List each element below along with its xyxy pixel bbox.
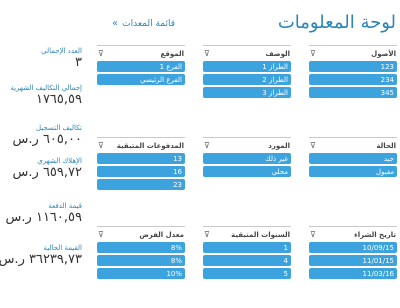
filter-item[interactable]: 4 (203, 255, 291, 266)
filter-item[interactable]: 123 (309, 61, 397, 72)
filter-item[interactable]: 8% (97, 255, 185, 266)
filter-item[interactable]: مقبول (309, 166, 397, 177)
kpi-label: إجمالي التكاليف الشهرية (10, 84, 82, 92)
filter-panel-interest-rate: ⊽ معدل الفرض 8% 8% 10% (97, 226, 185, 281)
page-title: لوحة المعلومات (277, 12, 396, 33)
kpi-label: العدد الإجمالي (41, 47, 82, 55)
filter-item[interactable]: الطراز 3 (203, 87, 291, 98)
kpi-monthly-depreciation: الإهلاك الشهري ٦٥٩,٧٢ ر.س (2, 157, 82, 181)
kpi-payment-value: قيمة الدفعة ١١٦٠,٥٩ ر.س (2, 202, 82, 226)
filter-item[interactable]: 8% (97, 242, 185, 253)
filter-item[interactable]: 13 (97, 153, 185, 164)
filter-item[interactable]: الفرع 1 (97, 61, 185, 72)
panel-label: المورد (268, 141, 290, 150)
filter-icon[interactable]: ⊽ (204, 49, 210, 58)
filter-icon[interactable]: ⊽ (204, 230, 210, 239)
kpi-registration-cost: تكاليف التسجيل ٦٠٥,٠٠ ر.س (2, 124, 82, 148)
filter-item[interactable]: محلي (203, 166, 291, 177)
kpi-value: ٦٥٩,٧٢ ر.س (12, 165, 82, 180)
filter-item[interactable]: 345 (309, 87, 397, 98)
kpi-current-value: القيمة الحالية ٣٦٢٣٩,٧٣ ر.س (0, 244, 82, 268)
filter-panel-location: ⊽ الموقع الفرع 1 الفرع الرئيسي (97, 45, 185, 87)
kpi-label: القيمة الحالية (43, 244, 82, 252)
kpi-label: الإهلاك الشهري (37, 157, 82, 165)
filter-item[interactable]: 11/03/16 (309, 268, 397, 279)
filter-icon[interactable]: ⊽ (310, 230, 316, 239)
filter-item[interactable]: 23 (97, 179, 185, 190)
filter-item[interactable]: 10% (97, 268, 185, 279)
filter-item[interactable]: 10/09/15 (309, 242, 397, 253)
breadcrumb-label: قائمة المعدات (122, 18, 176, 29)
kpi-label: قيمة الدفعة (48, 202, 82, 210)
filter-item[interactable]: 1 (203, 242, 291, 253)
panel-label: المدفوعات المتبقية (116, 141, 184, 150)
filter-icon[interactable]: ⊽ (98, 141, 104, 150)
filter-panel-remaining-payments: ⊽ المدفوعات المتبقية 13 16 23 (97, 137, 185, 192)
filter-item[interactable]: الطراز 2 (203, 74, 291, 85)
kpi-value: ٣٦٢٣٩,٧٣ ر.س (0, 252, 82, 267)
panel-label: معدل الفرض (139, 230, 184, 239)
filter-item[interactable]: الطراز 1 (203, 61, 291, 72)
filter-icon[interactable]: ⊽ (204, 141, 210, 150)
filter-item[interactable]: الفرع الرئيسي (97, 74, 185, 85)
filter-item[interactable]: غير ذلك (203, 153, 291, 164)
kpi-value: ١٧٦٥,٥٩ (35, 92, 82, 107)
kpi-monthly-cost: إجمالي التكاليف الشهرية ١٧٦٥,٥٩ (2, 84, 82, 108)
kpi-value: ٣ (75, 55, 82, 70)
breadcrumb-link[interactable]: قائمة المعدات » (112, 18, 175, 29)
panel-label: تاريخ الشراء (354, 230, 396, 239)
filter-panel-asset: ⊽ الأصول 123 234 345 (309, 45, 397, 100)
filter-panel-remaining-years: ⊽ السنوات المتبقية 1 4 5 (203, 226, 291, 281)
kpi-value: ١١٦٠,٥٩ ر.س (5, 210, 82, 225)
filter-panel-vendor: ⊽ المورد غير ذلك محلي (203, 137, 291, 179)
panel-label: الأصول (371, 49, 396, 58)
filter-item[interactable]: جيد (309, 153, 397, 164)
filter-item[interactable]: 5 (203, 268, 291, 279)
filter-item[interactable]: 11/01/15 (309, 255, 397, 266)
filter-icon[interactable]: ⊽ (310, 141, 316, 150)
kpi-label: تكاليف التسجيل (35, 124, 82, 132)
kpi-value: ٦٠٥,٠٠ ر.س (12, 132, 82, 147)
panel-label: الموقع (160, 49, 184, 58)
filter-item[interactable]: 234 (309, 74, 397, 85)
filter-icon[interactable]: ⊽ (310, 49, 316, 58)
kpi-total-count: العدد الإجمالي ٣ (2, 47, 82, 71)
filter-panel-description: ⊽ الوصف الطراز 1 الطراز 2 الطراز 3 (203, 45, 291, 100)
filter-icon[interactable]: ⊽ (98, 230, 104, 239)
panel-label: السنوات المتبقية (231, 230, 290, 239)
double-chevron-icon: » (112, 18, 119, 29)
panel-label: الوصف (265, 49, 290, 58)
filter-icon[interactable]: ⊽ (98, 49, 104, 58)
panel-label: الحالة (376, 141, 396, 150)
filter-panel-status: ⊽ الحالة جيد مقبول (309, 137, 397, 179)
filter-item[interactable]: 16 (97, 166, 185, 177)
filter-panel-purchase-date: ⊽ تاريخ الشراء 10/09/15 11/01/15 11/03/16 (309, 226, 397, 281)
